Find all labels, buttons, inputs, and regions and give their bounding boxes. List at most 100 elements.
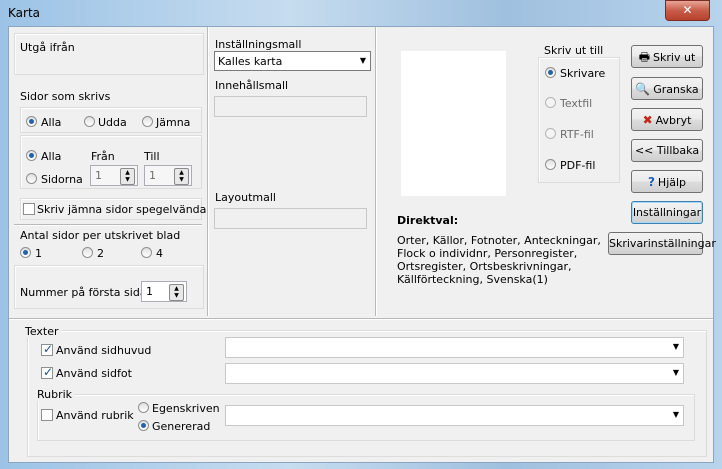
per-blad-label: Antal sidor per utskrivet blad bbox=[20, 229, 181, 242]
installningar-button[interactable]: Inställningar bbox=[631, 201, 703, 224]
range-sidorna-label: Sidorna bbox=[41, 173, 83, 186]
skrivarinstallningar-button[interactable]: Skrivarinställningar bbox=[608, 232, 716, 255]
till-value: 1 bbox=[149, 169, 156, 182]
egenskriven-label: Egenskriven bbox=[152, 402, 220, 415]
installningsmall-value: Kalles karta bbox=[218, 55, 283, 68]
sidfot-checkbox[interactable] bbox=[41, 365, 53, 379]
range-alla-label: Alla bbox=[41, 150, 62, 163]
tillbaka-label: << Tillbaka bbox=[634, 144, 700, 157]
radio-alla[interactable] bbox=[26, 116, 37, 127]
sidor-label: Sidor som skrivs bbox=[20, 90, 111, 103]
avbryt-button[interactable]: ✖ Avbryt bbox=[631, 108, 703, 131]
opt-skrivare-label: Skrivare bbox=[560, 67, 606, 80]
radio-udda[interactable] bbox=[84, 116, 95, 127]
separator-h-bottom bbox=[9, 318, 713, 320]
range-sidorna-radio[interactable] bbox=[26, 173, 37, 184]
printer-icon: 🖶 bbox=[638, 50, 651, 64]
sidhuvud-arrow-icon: ▼ bbox=[672, 342, 679, 351]
forsta-spin-buttons[interactable]: ▲ ▼ bbox=[169, 284, 184, 301]
fran-stepper[interactable]: 1 ▲ ▼ bbox=[90, 165, 138, 186]
cancel-icon: ✖ bbox=[642, 113, 653, 127]
direktval-line-4: Källförteckning, Svenska(1) bbox=[397, 273, 548, 286]
hjalp-label: Hjälp bbox=[657, 176, 687, 189]
opt-skrivare-radio[interactable] bbox=[545, 67, 556, 78]
direktval-title: Direktval: bbox=[397, 214, 459, 227]
per-blad-2-label: 2 bbox=[97, 247, 104, 260]
per-blad-1-radio[interactable] bbox=[20, 247, 31, 258]
till-spin-buttons[interactable]: ▲ ▼ bbox=[174, 168, 189, 185]
opt-rtf-radio[interactable] bbox=[545, 128, 556, 139]
anvand-rubrik-checkbox[interactable] bbox=[41, 409, 53, 421]
fran-label: Från bbox=[91, 150, 115, 163]
window-title: Karta bbox=[8, 6, 41, 20]
sidfot-select[interactable]: ▼ bbox=[225, 363, 684, 384]
layoutmall-label: Layoutmall bbox=[215, 191, 276, 204]
per-blad-4-label: 4 bbox=[156, 247, 163, 260]
direktval-line-3: Ortsregister, Ortsbeskrivningar, bbox=[397, 260, 572, 273]
per-blad-4-radio[interactable] bbox=[141, 247, 152, 258]
hjalp-button[interactable]: ? Hjälp bbox=[631, 170, 703, 193]
dialog-window: Karta ✕ Utgå ifrån Sidor som skrivs Alla… bbox=[0, 0, 722, 469]
opt-pdf-radio[interactable] bbox=[545, 159, 556, 170]
opt-textfil-label: Textfil bbox=[560, 97, 593, 110]
forsta-stepper[interactable]: 1 ▲ ▼ bbox=[141, 281, 187, 302]
fran-value: 1 bbox=[95, 169, 102, 182]
installningsmall-label: Inställningsmall bbox=[215, 38, 302, 51]
sidhuvud-label: Använd sidhuvud bbox=[56, 344, 152, 357]
range-alla-radio[interactable] bbox=[26, 150, 37, 161]
sidhuvud-checkbox[interactable] bbox=[41, 342, 53, 356]
installningsmall-select[interactable]: Kalles karta ▼ bbox=[214, 51, 371, 71]
radio-jamna-label: Jämna bbox=[156, 116, 191, 129]
page-preview bbox=[401, 51, 506, 196]
radio-udda-label: Udda bbox=[98, 116, 127, 129]
granska-label: Granska bbox=[653, 83, 699, 96]
radio-jamna[interactable] bbox=[142, 116, 153, 127]
tillbaka-button[interactable]: << Tillbaka bbox=[631, 139, 703, 162]
skrivarinstallningar-label: Skrivarinställningar bbox=[609, 237, 716, 250]
opt-pdf-label: PDF-fil bbox=[560, 159, 596, 172]
granska-button[interactable]: 🔍 Granska bbox=[631, 77, 703, 100]
egenskriven-radio[interactable] bbox=[138, 402, 149, 413]
utga-group bbox=[14, 33, 204, 75]
opt-rtf-label: RTF-fil bbox=[560, 128, 594, 141]
close-button[interactable]: ✕ bbox=[665, 0, 710, 21]
utga-label: Utgå ifrån bbox=[20, 41, 75, 54]
radio-alla-label: Alla bbox=[41, 116, 62, 129]
opt-textfil-radio[interactable] bbox=[545, 97, 556, 108]
rubrik-arrow-icon: ▼ bbox=[672, 410, 679, 419]
skriv-ut-till-label: Skriv ut till bbox=[544, 44, 604, 57]
installningar-label: Inställningar bbox=[632, 206, 702, 219]
texter-label: Texter bbox=[23, 325, 61, 338]
help-icon: ? bbox=[647, 175, 655, 189]
separator-v-1 bbox=[207, 27, 209, 316]
genererad-radio[interactable] bbox=[138, 420, 149, 431]
mirror-checkbox[interactable] bbox=[23, 203, 35, 215]
separator-v-2 bbox=[375, 27, 377, 316]
innehallsmall-field[interactable] bbox=[214, 96, 367, 117]
skriv-ut-button[interactable]: 🖶 Skriv ut bbox=[631, 45, 703, 68]
mirror-label: Skriv jämna sidor spegelvända bbox=[37, 203, 207, 216]
dialog-client: Utgå ifrån Sidor som skrivs Alla Udda Jä… bbox=[8, 26, 716, 463]
innehallsmall-label: Innehållsmall bbox=[215, 79, 289, 92]
till-stepper[interactable]: 1 ▲ ▼ bbox=[144, 165, 192, 186]
direktval-line-1: Orter, Källor, Fotnoter, Anteckningar, bbox=[397, 234, 601, 247]
title-bar[interactable]: Karta ✕ bbox=[0, 0, 722, 26]
rubrik-label: Rubrik bbox=[35, 388, 75, 401]
forsta-label: Nummer på första sidan bbox=[20, 286, 154, 299]
installningsmall-arrow-icon: ▼ bbox=[359, 56, 366, 65]
rubrik-select[interactable]: ▼ bbox=[225, 405, 684, 426]
per-blad-2-radio[interactable] bbox=[82, 247, 93, 258]
till-label: Till bbox=[144, 150, 160, 163]
separator-left-1 bbox=[14, 224, 202, 226]
layoutmall-field[interactable] bbox=[214, 208, 367, 229]
skriv-ut-label: Skriv ut bbox=[653, 51, 696, 64]
sidhuvud-select[interactable]: ▼ bbox=[225, 337, 684, 358]
sidfot-arrow-icon: ▼ bbox=[672, 368, 679, 377]
genererad-label: Genererad bbox=[152, 420, 211, 433]
forsta-value: 1 bbox=[146, 285, 153, 298]
fran-spin-buttons[interactable]: ▲ ▼ bbox=[120, 168, 135, 185]
sidfot-label: Använd sidfot bbox=[56, 367, 132, 380]
magnifier-icon: 🔍 bbox=[635, 82, 651, 96]
anvand-rubrik-label: Använd rubrik bbox=[56, 409, 134, 422]
per-blad-1-label: 1 bbox=[35, 247, 42, 260]
